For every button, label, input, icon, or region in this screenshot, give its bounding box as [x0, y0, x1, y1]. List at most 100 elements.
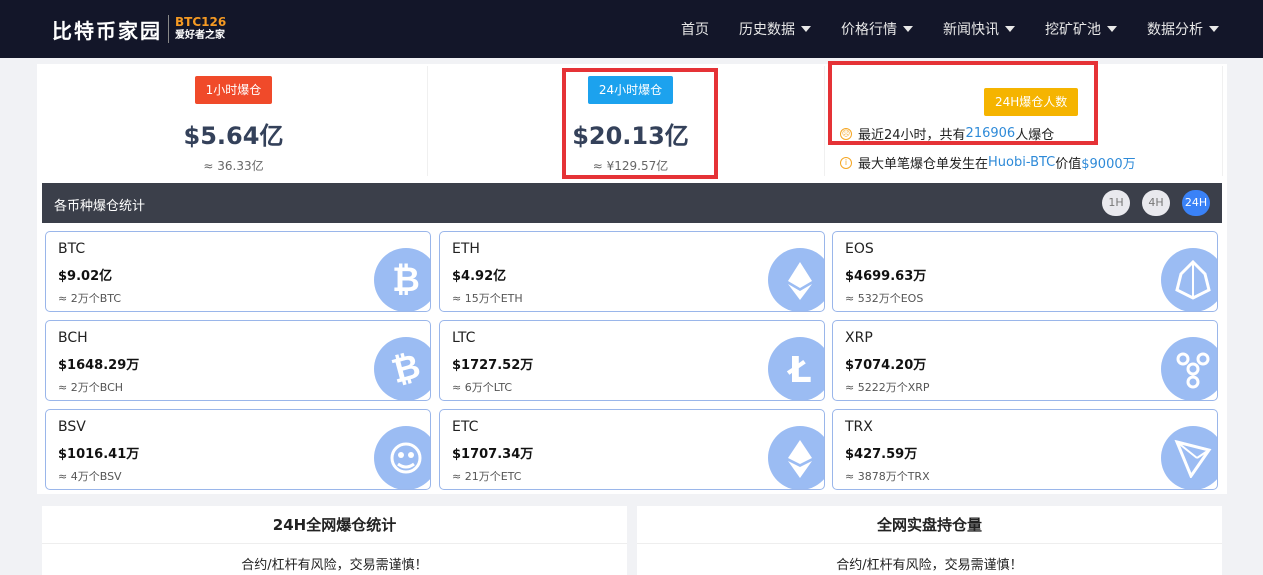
chevron-down-icon — [1107, 26, 1117, 32]
coin-stats-header: 各币种爆仓统计 1H 4H 24H — [42, 183, 1222, 223]
coin-card-etc[interactable]: ETC $1707.34万 ≈ 21万个ETC — [439, 409, 825, 490]
stat-24h-value: $20.13亿 — [572, 122, 689, 150]
coin-symbol: BTC — [58, 241, 86, 257]
svg-text:₿: ₿ — [392, 260, 420, 300]
coin-value: $4699.63万 — [845, 269, 927, 284]
nav-mining-pool[interactable]: 挖矿矿池 — [1045, 19, 1117, 39]
tag-1h: 1小时爆仓 — [194, 76, 273, 104]
coin-card-ltc[interactable]: LTC $1727.52万 ≈ 6万个LTC Ł — [439, 320, 825, 401]
stat-24h-sub: ≈ ¥129.57亿 — [592, 159, 669, 173]
range-24h-button[interactable]: 24H — [1182, 190, 1210, 216]
chevron-down-icon — [903, 26, 913, 32]
ripple-icon — [1161, 337, 1217, 400]
coin-card-bch[interactable]: BCH $1648.29万 ≈ 2万个BCH ₿ — [45, 320, 431, 401]
coin-symbol: ETH — [452, 241, 480, 257]
info-text: 最近24小时，共有 — [858, 128, 966, 143]
info-icon: i — [840, 156, 852, 169]
range-1h-button[interactable]: 1H — [1102, 190, 1130, 216]
coin-amount: ≈ 4万个BSV — [58, 470, 122, 483]
top-nav-bar: 比特币家园 BTC126 爱好者之家 首页 历史数据 价格行情 新闻快讯 挖矿矿… — [0, 0, 1263, 58]
eos-icon — [1161, 248, 1217, 311]
coin-value: $1648.29万 — [58, 358, 140, 373]
coin-symbol: BSV — [58, 419, 86, 435]
stat-1h-value: $5.64亿 — [183, 122, 284, 150]
info-text: 最大单笔爆仓单发生在 — [858, 157, 989, 172]
coin-amount: ≈ 5222万个XRP — [845, 381, 930, 394]
section-title: 各币种爆仓统计 — [54, 199, 146, 214]
logo-subtitle: 爱好者之家 — [175, 30, 225, 41]
info-text: 人爆仓 — [1015, 128, 1055, 143]
tag-24h-people: 24H爆仓人数 — [984, 88, 1079, 116]
coin-value: $1016.41万 — [58, 447, 140, 462]
coin-card-eth[interactable]: ETH $4.92亿 ≈ 15万个ETH — [439, 231, 825, 312]
coin-value: $1707.34万 — [452, 447, 534, 462]
litecoin-icon: Ł — [768, 337, 824, 400]
nav-home-label: 首页 — [681, 22, 709, 38]
bitcoin-icon: ₿ — [374, 248, 430, 311]
exchange-link[interactable]: Huobi-BTC — [988, 155, 1055, 170]
coin-value: $1727.52万 — [452, 358, 534, 373]
main-nav: 首页 历史数据 价格行情 新闻快讯 挖矿矿池 数据分析 — [651, 0, 1219, 58]
nav-news-label: 新闻快讯 — [943, 22, 999, 38]
nav-analysis-label: 数据分析 — [1147, 22, 1203, 38]
panel-open-interest: 全网实盘持仓量 合约/杠杆有风险，交易需谨慎！ — [637, 506, 1222, 575]
coin-value: $7074.20万 — [845, 358, 927, 373]
risk-warning: 合约/杠杆有风险，交易需谨慎！ — [836, 558, 1023, 573]
tron-icon — [1161, 426, 1217, 489]
bitcoin-cash-icon: ₿ — [374, 337, 430, 400]
coin-card-trx[interactable]: TRX $427.59万 ≈ 3878万个TRX — [832, 409, 1218, 490]
coin-amount: ≈ 3878万个TRX — [845, 470, 930, 483]
coin-amount: ≈ 532万个EOS — [845, 292, 924, 305]
logo-english: BTC126 — [175, 15, 227, 29]
sad-face-icon: ☹ — [840, 127, 852, 140]
coin-card-xrp[interactable]: XRP $7074.20万 ≈ 5222万个XRP — [832, 320, 1218, 401]
stat-1h-liquidation: 1小时爆仓 $5.64亿 ≈ 36.33亿 — [40, 66, 428, 176]
coin-card-bsv[interactable]: BSV $1016.41万 ≈ 4万个BSV — [45, 409, 431, 490]
bsv-icon — [374, 426, 430, 489]
nav-price-market[interactable]: 价格行情 — [841, 19, 913, 39]
nav-news-flash[interactable]: 新闻快讯 — [943, 19, 1015, 39]
nav-home[interactable]: 首页 — [681, 19, 709, 39]
coin-symbol: TRX — [845, 419, 873, 435]
info-people-count: ☹ 最近24小时，共有 216906 人爆仓 — [840, 124, 1054, 143]
chevron-down-icon — [1209, 26, 1219, 32]
chevron-down-icon — [801, 26, 811, 32]
logo-badge: BTC126 爱好者之家 — [175, 16, 226, 42]
range-4h-button[interactable]: 4H — [1142, 190, 1170, 216]
risk-warning: 合约/杠杆有风险，交易需谨慎！ — [241, 558, 428, 573]
nav-data-analysis[interactable]: 数据分析 — [1147, 19, 1219, 39]
people-count: 216906 — [965, 126, 1016, 141]
coin-amount: ≈ 6万个LTC — [452, 381, 513, 394]
nav-mining-label: 挖矿矿池 — [1045, 22, 1101, 38]
coin-value: $9.02亿 — [58, 269, 113, 284]
largest-order-value: $9000万 — [1081, 157, 1136, 172]
stat-24h-people: 24H爆仓人数 ☹ 最近24小时，共有 216906 人爆仓 i 最大单笔爆仓单发生… — [833, 66, 1223, 176]
coin-value: $4.92亿 — [452, 269, 507, 284]
coin-amount: ≈ 2万个BTC — [58, 292, 122, 305]
coin-symbol: ETC — [452, 419, 479, 435]
svg-text:₿: ₿ — [387, 349, 424, 389]
coin-symbol: BCH — [58, 330, 88, 346]
chevron-down-icon — [1005, 26, 1015, 32]
panel-title: 全网实盘持仓量 — [637, 506, 1222, 544]
stat-24h-liquidation: 24小时爆仓 $20.13亿 ≈ ¥129.57亿 — [437, 66, 825, 176]
coin-value: $427.59万 — [845, 447, 918, 462]
nav-history-label: 历史数据 — [739, 22, 795, 38]
ethereum-icon — [768, 248, 824, 311]
svg-text:Ł: Ł — [786, 350, 811, 389]
nav-price-label: 价格行情 — [841, 22, 897, 38]
coin-symbol: XRP — [845, 330, 873, 346]
coin-amount: ≈ 2万个BCH — [58, 381, 124, 394]
tag-24h: 24小时爆仓 — [587, 76, 674, 104]
coin-amount: ≈ 15万个ETH — [452, 292, 523, 305]
site-logo[interactable]: 比特币家园 BTC126 爱好者之家 — [52, 14, 226, 44]
stat-1h-sub: ≈ 36.33亿 — [203, 159, 264, 173]
coin-symbol: LTC — [452, 330, 476, 346]
coin-card-btc[interactable]: BTC $9.02亿 ≈ 2万个BTC ₿ — [45, 231, 431, 312]
coin-card-eos[interactable]: EOS $4699.63万 ≈ 532万个EOS — [832, 231, 1218, 312]
panel-title: 24H全网爆仓统计 — [42, 506, 627, 544]
info-text: 价值 — [1055, 157, 1082, 172]
ethereum-classic-icon — [768, 426, 824, 489]
nav-history-data[interactable]: 历史数据 — [739, 19, 811, 39]
coin-amount: ≈ 21万个ETC — [452, 470, 522, 483]
